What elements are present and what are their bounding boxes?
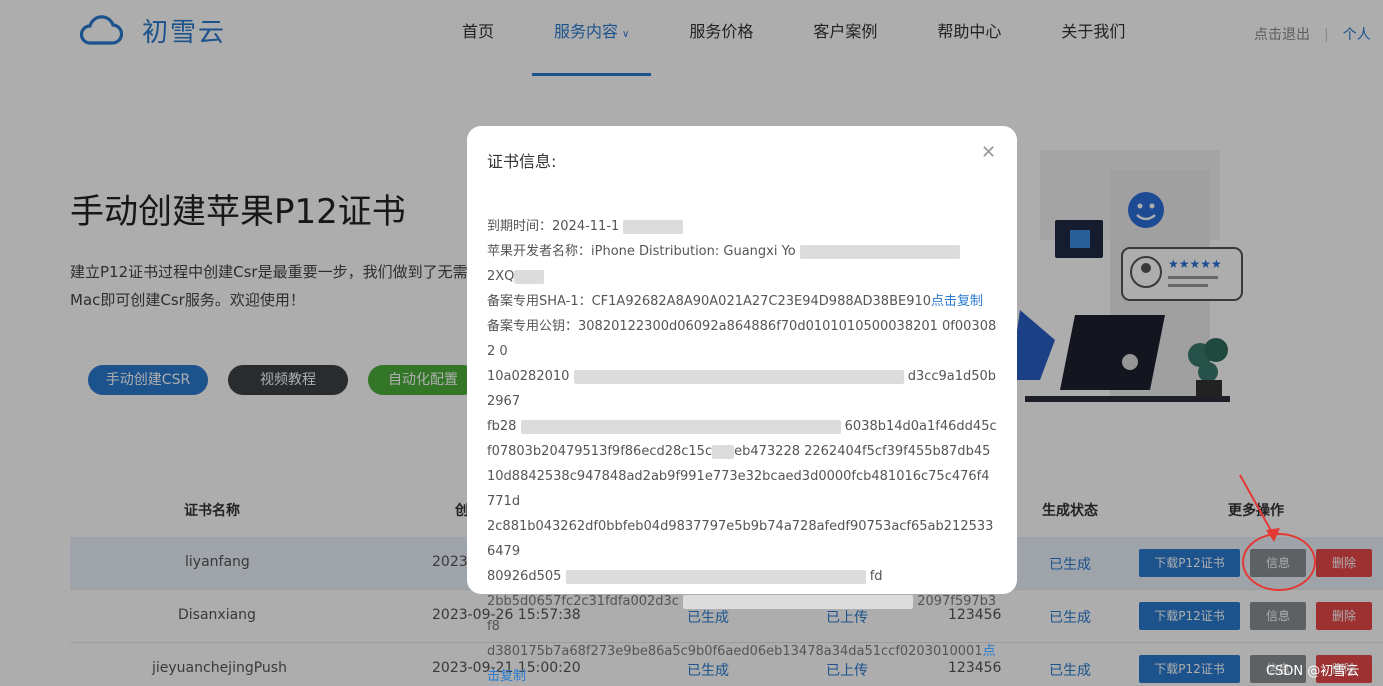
- developer-line: 苹果开发者名称：iPhone Distribution: Guangxi Yo: [487, 239, 997, 264]
- pubkey-line: 80926d505 fd: [487, 564, 997, 589]
- redacted-block: [514, 269, 545, 284]
- pubkey-line: 2c881b043262df0bbfeb04d9837797e5b9b74a72…: [487, 514, 997, 564]
- developer-label: 苹果开发者名称：: [487, 244, 592, 259]
- developer-value: iPhone Distribution: Guangxi Yo: [591, 244, 796, 259]
- redacted-block: [712, 444, 735, 459]
- copy-sha1-link[interactable]: 点击复制: [931, 294, 983, 309]
- expire-value: 2024-11-1: [552, 219, 620, 234]
- annotation-circle: [1242, 533, 1316, 591]
- pubkey-part: 2bb5d0657fc2c31fdfa002d3c: [487, 594, 679, 609]
- pubkey-part: f07803b20479513f9f86ecd28c15c: [487, 444, 713, 459]
- expire-label: 到期时间：: [487, 219, 553, 234]
- pubkey-line: 2bb5d0657fc2c31fdfa002d3c 2097f597b3f8: [487, 589, 997, 639]
- pubkey-part: fb28: [487, 419, 517, 434]
- redacted-block: [683, 594, 914, 609]
- pubkey-part: 10a0282010: [487, 369, 570, 384]
- watermark: CSDN @初雪云: [1266, 664, 1360, 679]
- pubkey-part: 2c881b043262df0bbfeb04d9837797e5b9b74a72…: [487, 519, 994, 559]
- sha1-value: CF1A92682A8A90A021A27C23E94D988AD38BE910: [591, 294, 932, 309]
- dialog-body: 到期时间：2024-11-1 苹果开发者名称：iPhone Distributi…: [487, 214, 997, 686]
- redacted-block: [799, 244, 960, 259]
- pubkey-part: fd: [869, 569, 883, 584]
- developer-line-2: 2XQ: [487, 264, 997, 289]
- pubkey-line: fb28 6038b14d0a1f46dd45c: [487, 414, 997, 439]
- developer-value-2: 2XQ: [487, 269, 515, 284]
- redacted-block: [623, 219, 684, 234]
- pubkey-part: 80926d505: [487, 569, 562, 584]
- redacted-block: [565, 569, 866, 584]
- pubkey-line: 备案专用公钥：30820122300d06092a864886f70d01010…: [487, 314, 997, 364]
- cert-info-dialog: 证书信息: ✕ 到期时间：2024-11-1 苹果开发者名称：iPhone Di…: [467, 126, 1017, 684]
- pubkey-label: 备案专用公钥：: [487, 319, 579, 334]
- pubkey-part: 10d8842538c947848ad2ab9f991e773e32bcaed3…: [487, 469, 990, 509]
- pubkey-line: 10a0282010 d3cc9a1d50b2967: [487, 364, 997, 414]
- redacted-block: [520, 419, 841, 434]
- pubkey-line: f07803b20479513f9f86ecd28c15c eb473228 22…: [487, 439, 997, 464]
- dialog-title: 证书信息:: [487, 152, 557, 171]
- pubkey-part: 6038b14d0a1f46dd45c: [844, 419, 997, 434]
- close-icon[interactable]: ✕: [981, 142, 996, 163]
- pubkey-part: d380175b7a68f273e9be86a5c9b0f6aed06eb134…: [487, 644, 983, 659]
- pubkey-line: 10d8842538c947848ad2ab9f991e773e32bcaed3…: [487, 464, 997, 514]
- expire-line: 到期时间：2024-11-1: [487, 214, 997, 239]
- sha1-line: 备案专用SHA-1：CF1A92682A8A90A021A27C23E94D98…: [487, 289, 997, 314]
- pubkey-part: eb473228 2262404f5cf39f455b87db45: [734, 444, 991, 459]
- sha1-label: 备案专用SHA-1：: [487, 294, 592, 309]
- redacted-block: [573, 369, 904, 384]
- pubkey-line: d380175b7a68f273e9be86a5c9b0f6aed06eb134…: [487, 639, 997, 686]
